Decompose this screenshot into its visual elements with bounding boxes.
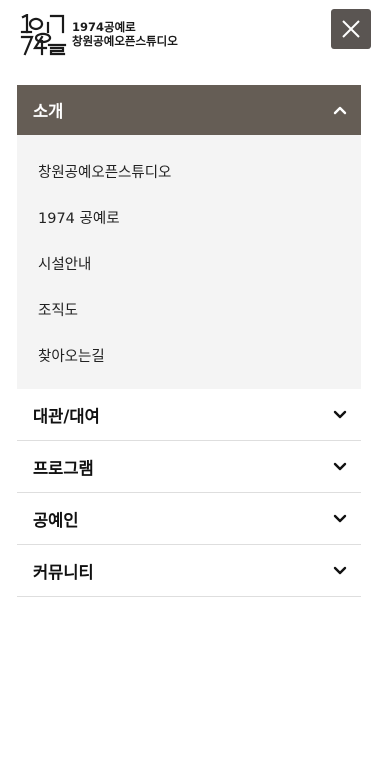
logo[interactable]: 1974공예로 창원공예오픈스튜디오 xyxy=(20,14,178,56)
menu-section-label: 커뮤니티 xyxy=(33,562,94,582)
logo-mark-icon xyxy=(20,14,67,56)
menu-section-artisans[interactable]: 공예인 xyxy=(17,493,361,545)
submenu-intro: 창원공예오픈스튜디오 1974 공예로 시설안내 조직도 찾아오는길 xyxy=(17,135,361,389)
submenu-item[interactable]: 창원공예오픈스튜디오 xyxy=(17,148,361,194)
logo-subtitle: 창원공예오픈스튜디오 xyxy=(72,34,178,48)
logo-title: 1974공예로 xyxy=(72,20,136,34)
chevron-up-icon xyxy=(332,102,348,118)
chevron-down-icon xyxy=(332,563,348,579)
logo-text: 1974공예로 창원공예오픈스튜디오 xyxy=(72,20,178,48)
chevron-down-icon xyxy=(332,511,348,527)
chevron-down-icon xyxy=(332,407,348,423)
menu-section-label: 프로그램 xyxy=(33,458,94,478)
menu-section-label: 소개 xyxy=(33,102,64,121)
submenu-item[interactable]: 찾아오는길 xyxy=(17,332,361,378)
close-icon xyxy=(342,20,360,38)
header: 1974공예로 창원공예오픈스튜디오 xyxy=(0,0,377,85)
submenu-item[interactable]: 시설안내 xyxy=(17,240,361,286)
nav-menu: 소개 창원공예오픈스튜디오 1974 공예로 시설안내 조직도 찾아오는길 대관… xyxy=(17,85,361,597)
chevron-down-icon xyxy=(332,459,348,475)
menu-section-label: 대관/대여 xyxy=(33,406,100,426)
close-menu-button[interactable] xyxy=(331,9,371,49)
submenu-item[interactable]: 1974 공예로 xyxy=(17,194,361,240)
menu-section-program[interactable]: 프로그램 xyxy=(17,441,361,493)
menu-section-rental[interactable]: 대관/대여 xyxy=(17,389,361,441)
menu-section-intro[interactable]: 소개 xyxy=(17,85,361,135)
menu-section-label: 공예인 xyxy=(33,510,79,530)
submenu-item[interactable]: 조직도 xyxy=(17,286,361,332)
menu-section-community[interactable]: 커뮤니티 xyxy=(17,545,361,597)
